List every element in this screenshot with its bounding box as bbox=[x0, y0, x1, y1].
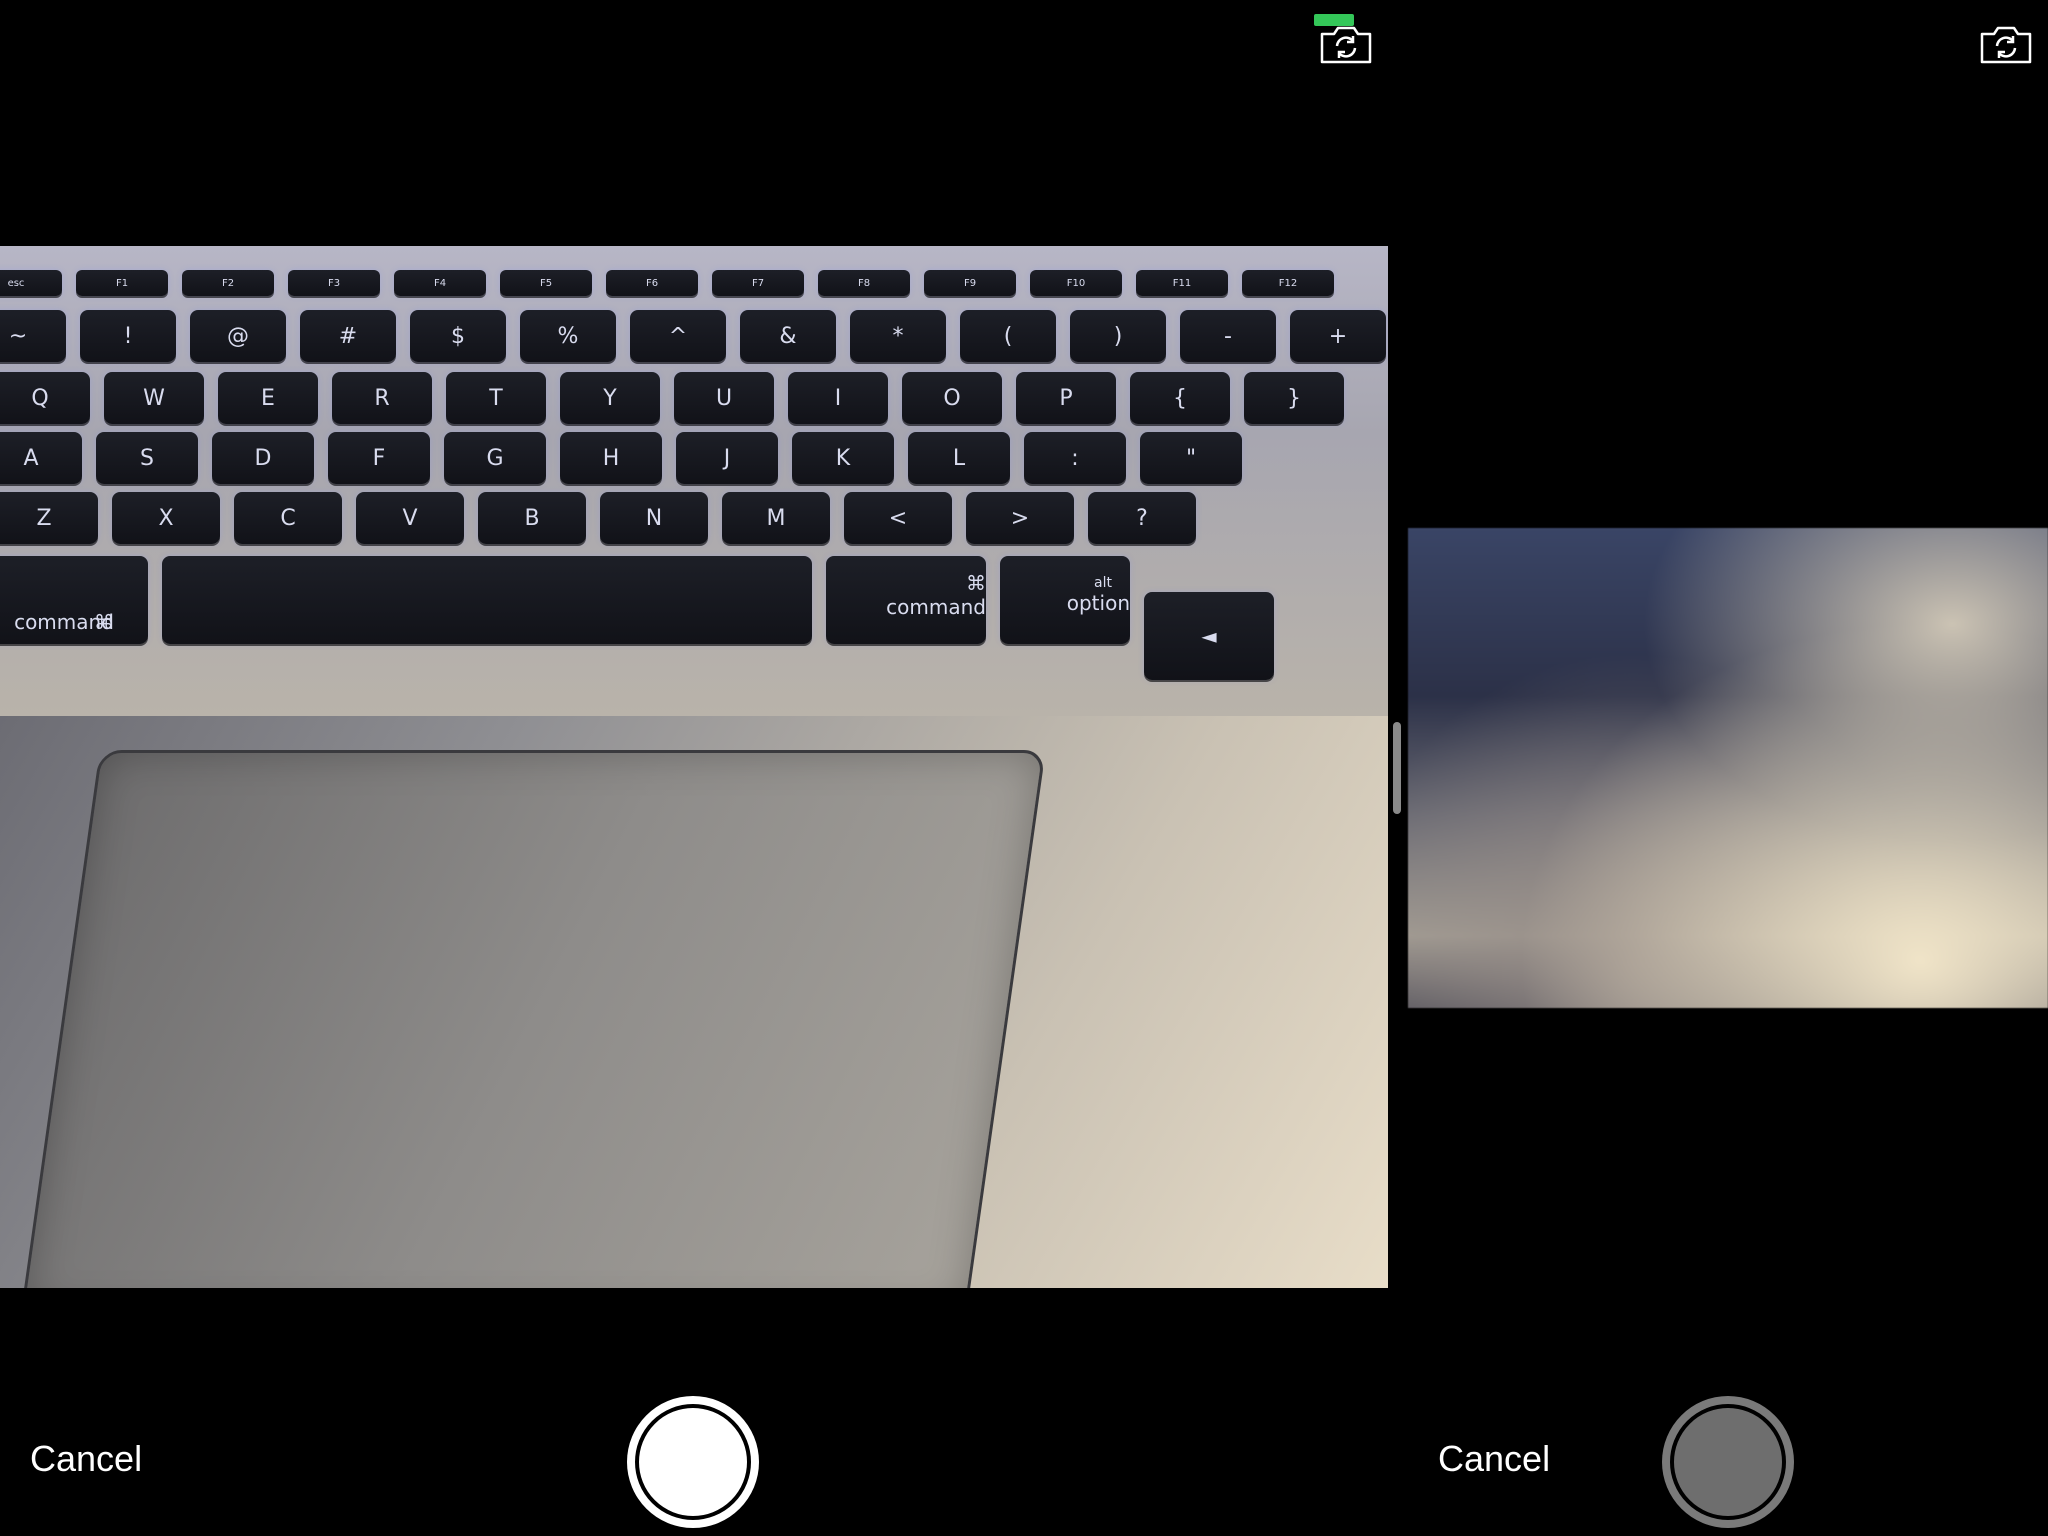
shutter-inner-ring bbox=[635, 1404, 751, 1520]
keycap: I bbox=[788, 372, 888, 424]
keycap: D bbox=[212, 432, 314, 484]
keycap: F11 bbox=[1136, 270, 1228, 296]
keycap: W bbox=[104, 372, 204, 424]
keycap: Z bbox=[0, 492, 98, 544]
keycap: V bbox=[356, 492, 464, 544]
command-symbol: ⌘ bbox=[966, 571, 986, 595]
keycap: esc bbox=[0, 270, 62, 296]
keycap: # bbox=[300, 310, 396, 362]
keycap: M bbox=[722, 492, 830, 544]
keyboard-row-function: esc F1 F2 F3 F4 F5 F6 F7 F8 F9 F10 F11 F… bbox=[0, 270, 1334, 296]
keycap: O bbox=[902, 372, 1002, 424]
keycap: F3 bbox=[288, 270, 380, 296]
keycap: F10 bbox=[1030, 270, 1122, 296]
keyboard-row-zxcv: Z X C V B N M < > ? bbox=[0, 492, 1196, 544]
camera-rotate-icon bbox=[1320, 26, 1372, 64]
keycap: ~ bbox=[0, 310, 66, 362]
keycap: F2 bbox=[182, 270, 274, 296]
keycap-label: command bbox=[886, 595, 986, 619]
keycap: F8 bbox=[818, 270, 910, 296]
camera-rotate-icon bbox=[1980, 26, 2032, 64]
keycap: % bbox=[520, 310, 616, 362]
keycap: F bbox=[328, 432, 430, 484]
shutter-button-left[interactable] bbox=[627, 1396, 759, 1528]
keycap: F6 bbox=[606, 270, 698, 296]
laptop-keyboard: esc F1 F2 F3 F4 F5 F6 F7 F8 F9 F10 F11 F… bbox=[0, 246, 1388, 716]
cancel-button-right[interactable]: Cancel bbox=[1438, 1438, 1550, 1480]
keycap: F12 bbox=[1242, 270, 1334, 296]
laptop-trackpad bbox=[20, 750, 1046, 1288]
camera-viewfinder-right bbox=[1408, 528, 2048, 1008]
camera-pane-left: esc F1 F2 F3 F4 F5 F6 F7 F8 F9 F10 F11 F… bbox=[0, 0, 1388, 1536]
keycap-command-left: ⌘ command bbox=[0, 556, 148, 644]
keycap: L bbox=[908, 432, 1010, 484]
keycap: @ bbox=[190, 310, 286, 362]
keycap: } bbox=[1244, 372, 1344, 424]
keycap: S bbox=[96, 432, 198, 484]
switch-camera-button-right[interactable] bbox=[1978, 22, 2034, 66]
keycap: N bbox=[600, 492, 708, 544]
keycap: C bbox=[234, 492, 342, 544]
camera-viewfinder-left: esc F1 F2 F3 F4 F5 F6 F7 F8 F9 F10 F11 F… bbox=[0, 246, 1388, 1288]
keycap: : bbox=[1024, 432, 1126, 484]
keycap: ! bbox=[80, 310, 176, 362]
keyboard-row-numbers: ~ ! @ # $ % ^ & * ( ) - + bbox=[0, 310, 1386, 362]
keycap: + bbox=[1290, 310, 1386, 362]
keycap: ( bbox=[960, 310, 1056, 362]
keycap-label: option bbox=[1066, 591, 1130, 615]
split-view-divider-handle[interactable] bbox=[1393, 722, 1401, 814]
keycap: " bbox=[1140, 432, 1242, 484]
keycap: B bbox=[478, 492, 586, 544]
keycap: F7 bbox=[712, 270, 804, 296]
cancel-button-left[interactable]: Cancel bbox=[30, 1438, 142, 1480]
keycap: F4 bbox=[394, 270, 486, 296]
keycap: A bbox=[0, 432, 82, 484]
keyboard-row-asdf: A S D F G H J K L : " bbox=[0, 432, 1242, 484]
keycap-command-right: ⌘ command bbox=[826, 556, 986, 644]
keycap: P bbox=[1016, 372, 1116, 424]
shutter-button-right[interactable] bbox=[1662, 1396, 1794, 1528]
keycap: & bbox=[740, 310, 836, 362]
keycap: Q bbox=[0, 372, 90, 424]
keycap: - bbox=[1180, 310, 1276, 362]
keycap: * bbox=[850, 310, 946, 362]
shutter-inner-ring bbox=[1670, 1404, 1786, 1520]
keycap: < bbox=[844, 492, 952, 544]
keycap: { bbox=[1130, 372, 1230, 424]
camera-pane-right bbox=[1404, 0, 2048, 1536]
keycap: R bbox=[332, 372, 432, 424]
keycap: E bbox=[218, 372, 318, 424]
command-symbol: ⌘ bbox=[94, 610, 114, 634]
keycap: ^ bbox=[630, 310, 726, 362]
keycap: G bbox=[444, 432, 546, 484]
split-view-screen: esc F1 F2 F3 F4 F5 F6 F7 F8 F9 F10 F11 F… bbox=[0, 0, 2048, 1536]
keycap: F9 bbox=[924, 270, 1016, 296]
keyboard-row-qwerty: Q W E R T Y U I O P { } bbox=[0, 372, 1344, 424]
switch-camera-button-left[interactable] bbox=[1318, 22, 1374, 66]
keycap: X bbox=[112, 492, 220, 544]
keycap-space bbox=[162, 556, 812, 644]
keycap-arrow-left: ◄ bbox=[1144, 592, 1274, 680]
keycap: H bbox=[560, 432, 662, 484]
keyboard-row-modifiers: ⌘ command ⌘ command alt option ◄ bbox=[0, 556, 1274, 680]
keycap: $ bbox=[410, 310, 506, 362]
keycap: Y bbox=[560, 372, 660, 424]
keycap: ) bbox=[1070, 310, 1166, 362]
keycap: F1 bbox=[76, 270, 168, 296]
keycap: F5 bbox=[500, 270, 592, 296]
keycap: T bbox=[446, 372, 546, 424]
keycap: > bbox=[966, 492, 1074, 544]
keycap: K bbox=[792, 432, 894, 484]
keycap: ? bbox=[1088, 492, 1196, 544]
keycap: U bbox=[674, 372, 774, 424]
keycap-alt-label: alt bbox=[1094, 575, 1112, 591]
keycap-option: alt option bbox=[1000, 556, 1130, 644]
keycap: J bbox=[676, 432, 778, 484]
